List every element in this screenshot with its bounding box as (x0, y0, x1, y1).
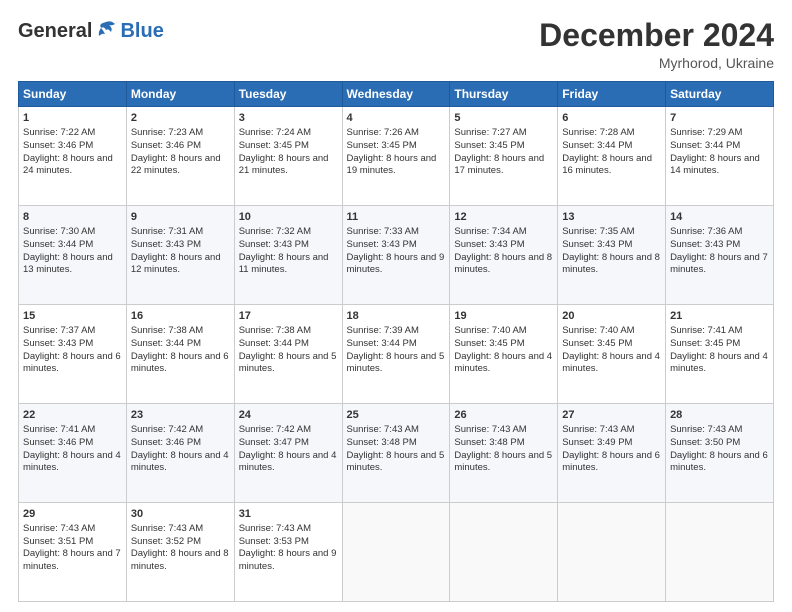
day-number: 1 (23, 111, 122, 126)
day-number: 14 (670, 210, 769, 225)
calendar-header-monday: Monday (126, 82, 234, 107)
calendar-cell: 19Sunrise: 7:40 AMSunset: 3:45 PMDayligh… (450, 305, 558, 404)
logo-bird-icon (93, 18, 119, 44)
day-number: 24 (239, 408, 338, 423)
day-number: 17 (239, 309, 338, 324)
calendar-cell: 8Sunrise: 7:30 AMSunset: 3:44 PMDaylight… (19, 206, 127, 305)
calendar-week-row: 8Sunrise: 7:30 AMSunset: 3:44 PMDaylight… (19, 206, 774, 305)
calendar-cell: 21Sunrise: 7:41 AMSunset: 3:45 PMDayligh… (666, 305, 774, 404)
day-number: 11 (347, 210, 446, 225)
day-number: 8 (23, 210, 122, 225)
day-number: 18 (347, 309, 446, 324)
calendar-week-row: 22Sunrise: 7:41 AMSunset: 3:46 PMDayligh… (19, 404, 774, 503)
day-number: 3 (239, 111, 338, 126)
day-number: 27 (562, 408, 661, 423)
calendar-week-row: 29Sunrise: 7:43 AMSunset: 3:51 PMDayligh… (19, 503, 774, 602)
calendar-cell: 2Sunrise: 7:23 AMSunset: 3:46 PMDaylight… (126, 107, 234, 206)
calendar-cell: 25Sunrise: 7:43 AMSunset: 3:48 PMDayligh… (342, 404, 450, 503)
location-subtitle: Myrhorod, Ukraine (539, 55, 774, 71)
calendar-cell (450, 503, 558, 602)
day-number: 10 (239, 210, 338, 225)
day-number: 23 (131, 408, 230, 423)
calendar-cell: 9Sunrise: 7:31 AMSunset: 3:43 PMDaylight… (126, 206, 234, 305)
calendar-cell (558, 503, 666, 602)
day-number: 25 (347, 408, 446, 423)
calendar-cell: 17Sunrise: 7:38 AMSunset: 3:44 PMDayligh… (234, 305, 342, 404)
header: General Blue December 2024 Myrhorod, Ukr… (18, 18, 774, 71)
day-number: 15 (23, 309, 122, 324)
day-number: 5 (454, 111, 553, 126)
calendar-cell: 7Sunrise: 7:29 AMSunset: 3:44 PMDaylight… (666, 107, 774, 206)
calendar-cell: 28Sunrise: 7:43 AMSunset: 3:50 PMDayligh… (666, 404, 774, 503)
calendar-header-friday: Friday (558, 82, 666, 107)
calendar-table: SundayMondayTuesdayWednesdayThursdayFrid… (18, 81, 774, 602)
calendar-cell (342, 503, 450, 602)
title-area: December 2024 Myrhorod, Ukraine (539, 18, 774, 71)
calendar-cell: 30Sunrise: 7:43 AMSunset: 3:52 PMDayligh… (126, 503, 234, 602)
day-number: 12 (454, 210, 553, 225)
day-number: 19 (454, 309, 553, 324)
calendar-cell: 27Sunrise: 7:43 AMSunset: 3:49 PMDayligh… (558, 404, 666, 503)
day-number: 20 (562, 309, 661, 324)
logo-general-text: General (18, 20, 92, 42)
calendar-cell: 12Sunrise: 7:34 AMSunset: 3:43 PMDayligh… (450, 206, 558, 305)
day-number: 9 (131, 210, 230, 225)
calendar-header-sunday: Sunday (19, 82, 127, 107)
calendar-cell: 3Sunrise: 7:24 AMSunset: 3:45 PMDaylight… (234, 107, 342, 206)
day-number: 4 (347, 111, 446, 126)
calendar-header-saturday: Saturday (666, 82, 774, 107)
calendar-cell: 31Sunrise: 7:43 AMSunset: 3:53 PMDayligh… (234, 503, 342, 602)
calendar-cell (666, 503, 774, 602)
month-title: December 2024 (539, 18, 774, 53)
day-number: 13 (562, 210, 661, 225)
calendar-cell: 29Sunrise: 7:43 AMSunset: 3:51 PMDayligh… (19, 503, 127, 602)
calendar-week-row: 1Sunrise: 7:22 AMSunset: 3:46 PMDaylight… (19, 107, 774, 206)
day-number: 31 (239, 507, 338, 522)
day-number: 29 (23, 507, 122, 522)
calendar-cell: 5Sunrise: 7:27 AMSunset: 3:45 PMDaylight… (450, 107, 558, 206)
page: General Blue December 2024 Myrhorod, Ukr… (0, 0, 792, 612)
calendar-cell: 6Sunrise: 7:28 AMSunset: 3:44 PMDaylight… (558, 107, 666, 206)
calendar-header-wednesday: Wednesday (342, 82, 450, 107)
calendar-cell: 24Sunrise: 7:42 AMSunset: 3:47 PMDayligh… (234, 404, 342, 503)
calendar-cell: 14Sunrise: 7:36 AMSunset: 3:43 PMDayligh… (666, 206, 774, 305)
calendar-header-row: SundayMondayTuesdayWednesdayThursdayFrid… (19, 82, 774, 107)
calendar-cell: 22Sunrise: 7:41 AMSunset: 3:46 PMDayligh… (19, 404, 127, 503)
calendar-cell: 11Sunrise: 7:33 AMSunset: 3:43 PMDayligh… (342, 206, 450, 305)
calendar-cell: 18Sunrise: 7:39 AMSunset: 3:44 PMDayligh… (342, 305, 450, 404)
logo: General Blue (18, 18, 164, 44)
day-number: 6 (562, 111, 661, 126)
calendar-cell: 23Sunrise: 7:42 AMSunset: 3:46 PMDayligh… (126, 404, 234, 503)
day-number: 2 (131, 111, 230, 126)
calendar-cell: 10Sunrise: 7:32 AMSunset: 3:43 PMDayligh… (234, 206, 342, 305)
calendar-cell: 4Sunrise: 7:26 AMSunset: 3:45 PMDaylight… (342, 107, 450, 206)
calendar-cell: 26Sunrise: 7:43 AMSunset: 3:48 PMDayligh… (450, 404, 558, 503)
calendar-cell: 20Sunrise: 7:40 AMSunset: 3:45 PMDayligh… (558, 305, 666, 404)
day-number: 22 (23, 408, 122, 423)
calendar-header-tuesday: Tuesday (234, 82, 342, 107)
logo-blue-text: Blue (120, 20, 163, 42)
day-number: 16 (131, 309, 230, 324)
day-number: 30 (131, 507, 230, 522)
calendar-cell: 13Sunrise: 7:35 AMSunset: 3:43 PMDayligh… (558, 206, 666, 305)
calendar-cell: 16Sunrise: 7:38 AMSunset: 3:44 PMDayligh… (126, 305, 234, 404)
calendar-cell: 15Sunrise: 7:37 AMSunset: 3:43 PMDayligh… (19, 305, 127, 404)
day-number: 26 (454, 408, 553, 423)
day-number: 21 (670, 309, 769, 324)
calendar-header-thursday: Thursday (450, 82, 558, 107)
day-number: 28 (670, 408, 769, 423)
day-number: 7 (670, 111, 769, 126)
calendar-week-row: 15Sunrise: 7:37 AMSunset: 3:43 PMDayligh… (19, 305, 774, 404)
calendar-cell: 1Sunrise: 7:22 AMSunset: 3:46 PMDaylight… (19, 107, 127, 206)
